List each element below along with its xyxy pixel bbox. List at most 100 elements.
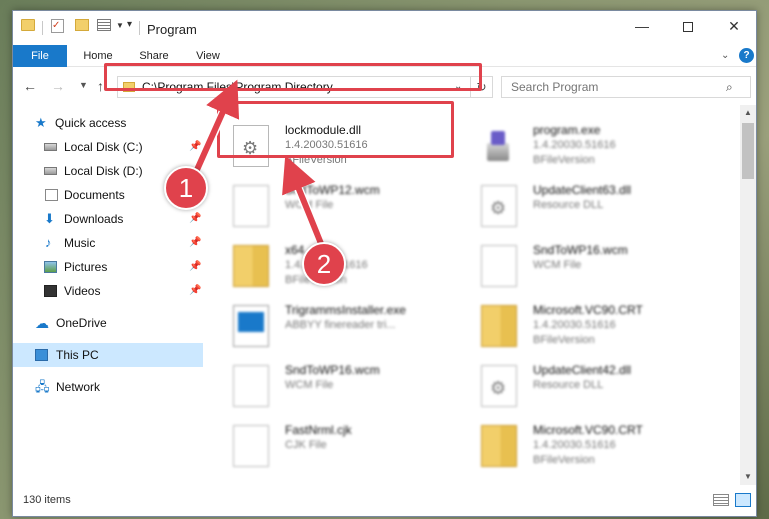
file-name: x64 — [285, 243, 305, 257]
star-icon: ★ — [35, 115, 47, 130]
document-icon — [233, 365, 269, 407]
file-item-fastnrml[interactable]: FastNrml.cjk CJK File — [223, 419, 473, 477]
chevron-down-icon[interactable]: ▼ — [79, 80, 88, 90]
sidebar-item-pictures[interactable]: Pictures 📌 — [13, 255, 203, 279]
tiles-view-icon[interactable] — [735, 493, 751, 507]
new-folder-icon[interactable] — [75, 19, 89, 31]
file-type: CJK File — [285, 439, 327, 451]
file-item-lockmodule[interactable]: lockmodule.dll 1.4.20030.51616 BFileVers… — [223, 119, 473, 177]
sidebar-item-music[interactable]: ♪ Music 📌 — [13, 231, 203, 255]
maximize-button[interactable] — [665, 11, 711, 41]
pin-icon[interactable]: 📌 — [189, 135, 201, 159]
view-list-icon[interactable] — [97, 19, 111, 31]
file-version: 1.4.20030.51616 — [533, 439, 616, 451]
scroll-up-icon[interactable]: ▲ — [740, 105, 756, 121]
file-item-vc90-crt-b[interactable]: Microsoft.VC90.CRT 1.4.20030.51616 BFile… — [471, 419, 721, 477]
file-type: WCM File — [533, 259, 582, 271]
sidebar-item-this-pc[interactable]: This PC — [13, 343, 203, 367]
navigation-bar: ← → ▼ ↑ C:\Program Files\Program Directo… — [13, 68, 756, 104]
program-icon — [481, 125, 517, 167]
file-name: UpdateClient63.dll — [533, 183, 632, 197]
folder-icon — [481, 425, 517, 467]
chevron-down-icon[interactable]: ▼ — [116, 21, 124, 30]
chevron-down-icon[interactable]: ⌄ — [721, 50, 729, 61]
customize-toolbar-icon[interactable]: ▾ — [127, 19, 132, 30]
hard-drive-icon — [44, 143, 57, 151]
back-arrow-icon[interactable]: ← — [23, 78, 37, 94]
document-icon — [233, 185, 269, 227]
file-type: Resource DLL — [533, 379, 604, 391]
file-name: TrigrammsInstaller.exe — [285, 303, 406, 317]
up-arrow-icon[interactable]: ↑ — [97, 78, 104, 94]
toolbar-divider — [139, 21, 140, 35]
file-item-updateclient63[interactable]: UpdateClient63.dll Resource DLL — [471, 179, 721, 237]
address-bar[interactable]: C:\Program Files\Program Directory ⌄ ↻ — [117, 76, 493, 98]
vertical-scrollbar[interactable]: ▲ ▼ — [740, 105, 756, 485]
file-item-updateclient42[interactable]: UpdateClient42.dll Resource DLL — [471, 359, 721, 417]
folder-icon — [21, 19, 35, 31]
folder-icon — [481, 305, 517, 347]
step-2-badge: 2 — [302, 242, 346, 286]
file-name: FastNrml.cjk — [285, 423, 352, 437]
computer-icon — [35, 349, 48, 361]
pin-icon[interactable]: 📌 — [189, 207, 201, 231]
tab-share[interactable]: Share — [131, 45, 177, 67]
pin-icon[interactable]: 📌 — [189, 255, 201, 279]
tab-home[interactable]: Home — [73, 45, 123, 67]
file-item-sndtowp16[interactable]: SndToWP16.wcm WCM File — [471, 239, 721, 297]
file-item-trigramms-installer[interactable]: TrigrammsInstaller.exe ABBYY finereader … — [223, 299, 473, 357]
download-arrow-icon: ⬇ — [44, 211, 55, 226]
file-item-x64[interactable]: x64 1.4.20030.51616 BFileVersion — [223, 239, 473, 297]
chevron-down-icon[interactable]: ⌄ — [454, 81, 462, 92]
sidebar-item-label: Videos — [64, 284, 101, 298]
scroll-thumb[interactable] — [742, 123, 754, 179]
scroll-down-icon[interactable]: ▼ — [740, 469, 756, 485]
sidebar-item-label: Pictures — [64, 260, 108, 274]
maximize-icon — [683, 22, 693, 33]
forward-arrow-icon[interactable]: → — [51, 78, 65, 94]
refresh-icon[interactable]: ↻ — [470, 77, 492, 97]
file-version: 1.4.20030.51616 — [533, 139, 616, 151]
toolbar-divider — [42, 21, 43, 35]
sidebar-item-onedrive[interactable]: ☁ OneDrive — [13, 311, 203, 335]
sidebar-item-downloads[interactable]: ⬇ Downloads 📌 — [13, 207, 203, 231]
file-name: Microsoft.VC90.CRT — [533, 303, 643, 317]
minimize-button[interactable]: — — [619, 11, 665, 41]
file-version: 1.4.20030.51616 — [285, 139, 368, 151]
sidebar-item-label: Quick access — [55, 116, 127, 130]
item-count: 130 items — [23, 494, 71, 506]
pin-icon[interactable]: 📌 — [189, 279, 201, 303]
search-input[interactable] — [502, 77, 722, 97]
help-icon[interactable]: ? — [739, 48, 754, 63]
file-name: SndToWP16.wcm — [285, 363, 380, 377]
sidebar-item-label: Local Disk (C:) — [64, 140, 143, 154]
ribbon: File Home Share View ⌄ ? — [13, 45, 756, 67]
search-icon[interactable]: ⌕ — [726, 80, 733, 95]
tab-file[interactable]: File — [13, 45, 67, 67]
file-version: 1.4.20030.51616 — [533, 319, 616, 331]
properties-check-icon[interactable]: ✓ — [51, 19, 64, 33]
file-list: lockmodule.dll 1.4.20030.51616 BFileVers… — [217, 105, 740, 485]
details-view-icon[interactable] — [713, 494, 729, 506]
file-description: ABBYY finereader tri... — [285, 319, 396, 331]
file-item-sndtowp16-b[interactable]: SndToWP16.wcm WCM File — [223, 359, 473, 417]
pin-icon[interactable]: 📌 — [189, 231, 201, 255]
file-item-sndtowp12[interactable]: SndToWP12.wcm WCM File — [223, 179, 473, 237]
file-name: UpdateClient42.dll — [533, 363, 632, 377]
file-type: Resource DLL — [533, 199, 604, 211]
search-box[interactable]: ⌕ — [501, 76, 751, 98]
sidebar-item-local-disk-c[interactable]: Local Disk (C:) 📌 — [13, 135, 203, 159]
file-item-program-exe[interactable]: program.exe 1.4.20030.51616 BFileVersion — [471, 119, 721, 177]
sidebar-item-videos[interactable]: Videos 📌 — [13, 279, 203, 303]
dll-file-icon — [233, 125, 269, 167]
status-bar: 130 items — [13, 487, 756, 516]
sidebar-item-label: This PC — [56, 348, 99, 362]
tab-view[interactable]: View — [185, 45, 231, 67]
sidebar-item-label: Local Disk (D:) — [64, 164, 143, 178]
address-path[interactable]: C:\Program Files\Program Directory — [142, 80, 333, 94]
close-button[interactable]: ✕ — [711, 11, 756, 41]
sidebar-item-network[interactable]: 🖧 Network — [13, 375, 203, 399]
navigation-pane: ★ Quick access Local Disk (C:) 📌 Local D… — [13, 105, 209, 485]
sidebar-item-quick-access[interactable]: ★ Quick access — [13, 111, 203, 135]
file-item-vc90-crt[interactable]: Microsoft.VC90.CRT 1.4.20030.51616 BFile… — [471, 299, 721, 357]
